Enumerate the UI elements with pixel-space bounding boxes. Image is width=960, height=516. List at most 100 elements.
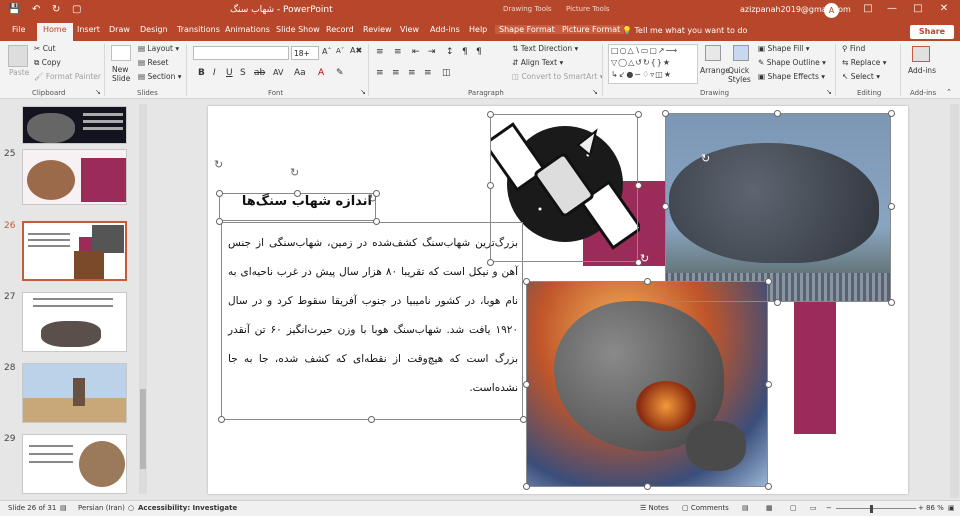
font-launcher-icon[interactable]: ↘ (360, 88, 366, 96)
resize-handle[interactable] (520, 416, 527, 423)
rotate-handle-icon[interactable]: ↻ (640, 252, 649, 265)
resize-handle[interactable] (487, 111, 494, 118)
resize-handle[interactable] (523, 483, 530, 490)
rtl-icon[interactable]: ¶ (476, 47, 482, 57)
resize-handle[interactable] (644, 483, 651, 490)
tab-view[interactable]: View (400, 25, 419, 34)
resize-handle[interactable] (765, 483, 772, 490)
slide-body-text[interactable]: بزرگ‌ترین شهاب‌سنگ کشف‌شده در زمین، شهاب… (228, 229, 518, 403)
notes-button[interactable]: ☰ Notes (640, 504, 669, 512)
text-direction-button[interactable]: ⇅ Text Direction ▾ (512, 44, 578, 53)
bold-icon[interactable]: B (198, 68, 205, 78)
avatar[interactable]: A (824, 3, 839, 18)
shadow-icon[interactable]: S (240, 68, 246, 78)
clear-format-icon[interactable]: A✖ (350, 46, 362, 55)
spellcheck-icon[interactable]: ▤ (60, 504, 67, 512)
tab-review[interactable]: Review (363, 25, 392, 34)
resize-handle[interactable] (216, 190, 223, 197)
resize-handle[interactable] (487, 182, 494, 189)
arrange-button[interactable]: Arrange (700, 66, 730, 75)
strikethrough-icon[interactable]: ab (254, 68, 265, 78)
tab-shape-format[interactable]: Shape Format (495, 25, 559, 34)
font-name-combo[interactable] (193, 46, 289, 60)
slide-thumbnail-24[interactable] (22, 106, 127, 144)
resize-handle[interactable] (662, 203, 669, 210)
columns-icon[interactable]: ◫ (442, 68, 451, 78)
paste-button[interactable]: Paste (9, 68, 29, 77)
shapes-gallery[interactable]: □○△∖▭▢↗⟶ ▽◯△↺↻{}★ ↳↙●∽♢▿◫★ (608, 44, 698, 84)
rotate-handle-icon[interactable]: ↻ (214, 158, 223, 171)
slide-scrollbar[interactable] (950, 104, 959, 498)
grow-font-icon[interactable]: Aˆ (322, 47, 331, 56)
underline-icon[interactable]: U (226, 68, 233, 78)
minimize-icon[interactable]: — (880, 3, 904, 18)
slide-canvas[interactable]: اندازه شهاب سنگ‌ها بزرگ‌ترین شهاب‌سنگ کش… (208, 106, 908, 494)
resize-handle[interactable] (523, 278, 530, 285)
tab-design[interactable]: Design (140, 25, 168, 34)
tab-file[interactable]: File (12, 25, 25, 34)
scrollbar-thumb[interactable] (140, 389, 146, 469)
shape-outline-button[interactable]: ✎ Shape Outline ▾ (758, 58, 826, 67)
shape-effects-button[interactable]: ▣ Shape Effects ▾ (758, 72, 825, 81)
highlight-icon[interactable]: ✎ (336, 68, 344, 78)
justify-icon[interactable]: ≡ (424, 68, 432, 78)
decrease-indent-icon[interactable]: ⇤ (412, 47, 420, 57)
shape-fill-button[interactable]: ▣ Shape Fill ▾ (758, 44, 810, 53)
resize-handle[interactable] (523, 381, 530, 388)
resize-handle[interactable] (218, 416, 225, 423)
shrink-font-icon[interactable]: Aˇ (336, 47, 344, 55)
redo-icon[interactable]: ↻ (52, 4, 60, 15)
normal-view-icon[interactable]: ▤ (742, 504, 749, 512)
zoom-slider-thumb[interactable] (870, 505, 873, 513)
slide-thumbnail-25[interactable] (22, 149, 127, 205)
add-ins-button[interactable]: Add-ins (908, 66, 936, 75)
tab-slide-show[interactable]: Slide Show (276, 25, 320, 34)
italic-icon[interactable]: I (213, 68, 216, 78)
rotate-handle-icon[interactable]: ↻ (368, 192, 377, 205)
resize-handle[interactable] (368, 416, 375, 423)
accessibility-status[interactable]: Accessibility: Investigate (138, 504, 237, 512)
bullets-icon[interactable]: ≡ (376, 47, 384, 57)
comments-button[interactable]: ▢ Comments (682, 504, 729, 512)
reading-view-icon[interactable]: ▢ (790, 504, 797, 512)
slide-sorter-icon[interactable]: ▦ (766, 504, 773, 512)
zoom-out-icon[interactable]: − (826, 504, 832, 512)
resize-handle[interactable] (774, 299, 781, 306)
replace-button[interactable]: ⇆ Replace ▾ (842, 58, 887, 67)
close-icon[interactable]: ✕ (932, 3, 956, 18)
tab-record[interactable]: Record (326, 25, 354, 34)
reset-button[interactable]: ▤ Reset (138, 58, 168, 67)
zoom-in-icon[interactable]: + (918, 504, 924, 512)
resize-handle[interactable] (487, 259, 494, 266)
resize-handle[interactable] (888, 203, 895, 210)
tab-help[interactable]: Help (469, 25, 487, 34)
resize-handle[interactable] (662, 110, 669, 117)
zoom-level[interactable]: 86 % (926, 504, 944, 512)
section-button[interactable]: ▤ Section ▾ (138, 72, 182, 81)
slide-thumbnail-29[interactable] (22, 434, 127, 494)
new-slide-icon[interactable] (111, 45, 131, 61)
resize-handle[interactable] (294, 190, 301, 197)
tell-me-search[interactable]: 💡 Tell me what you want to do (622, 26, 747, 35)
tab-insert[interactable]: Insert (77, 25, 100, 34)
arrange-icon[interactable] (705, 45, 721, 61)
font-size-combo[interactable]: 18+ (291, 46, 319, 60)
quick-styles-icon[interactable] (733, 45, 749, 61)
new-slide-button[interactable]: New Slide (112, 65, 138, 83)
collapse-ribbon-icon[interactable]: ⌃ (946, 88, 952, 96)
smartart-button[interactable]: ◫ Convert to SmartArt ▾ (512, 72, 603, 81)
paste-icon[interactable] (8, 45, 28, 67)
resize-handle[interactable] (635, 111, 642, 118)
accessibility-icon[interactable]: ○ (128, 504, 134, 512)
resize-handle[interactable] (216, 218, 223, 225)
share-button[interactable]: Share (910, 25, 954, 39)
font-color-icon[interactable]: A (318, 68, 324, 78)
clipboard-launcher-icon[interactable]: ↘ (95, 88, 101, 96)
tab-picture-format[interactable]: Picture Format (558, 25, 625, 34)
find-button[interactable]: ⚲ Find (842, 44, 865, 53)
tab-draw[interactable]: Draw (109, 25, 130, 34)
resize-handle[interactable] (888, 299, 895, 306)
align-right-icon[interactable]: ≡ (408, 68, 416, 78)
line-spacing-icon[interactable]: ↕ (446, 47, 454, 57)
change-case-icon[interactable]: Aa (294, 68, 306, 78)
